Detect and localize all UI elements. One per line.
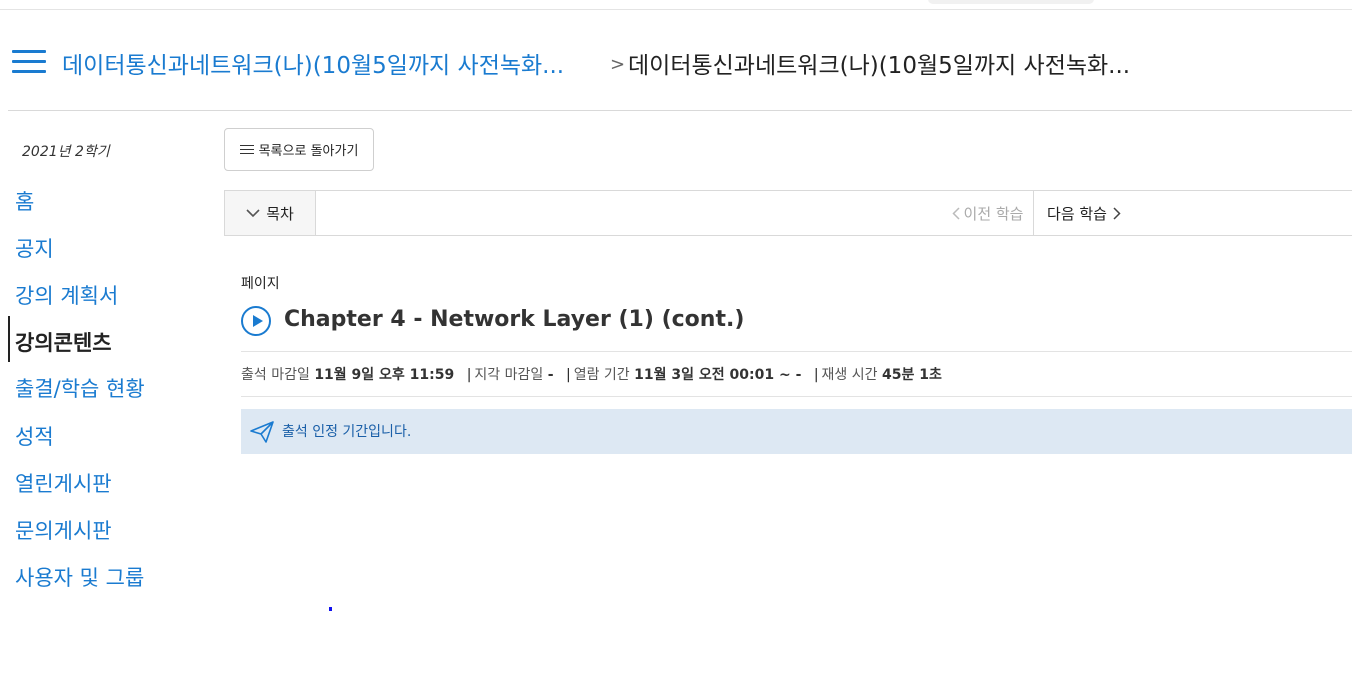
top-tab-remnant	[928, 0, 1094, 4]
sidebar-item-open-board[interactable]: 열린게시판	[15, 468, 112, 498]
play-time-value: 45분 1초	[881, 367, 942, 383]
top-strip	[0, 0, 1352, 10]
sidebar-item-qna-board[interactable]: 문의게시판	[15, 515, 112, 545]
hamburger-menu-icon[interactable]	[12, 50, 46, 74]
deadline-value: 11월 9일 오후 11:59	[314, 367, 455, 383]
open-label: 열람 기간	[573, 367, 630, 383]
breadcrumb-current: 데이터통신과네트워크(나)(10월5일까지 사전녹화...	[628, 53, 1131, 79]
prev-learning-label: 이전 학습	[963, 204, 1024, 223]
list-icon	[239, 144, 254, 155]
back-to-list-label: 목록으로 돌아가기	[258, 144, 359, 159]
divider	[241, 351, 1352, 352]
sidebar-item-grades[interactable]: 성적	[15, 421, 54, 451]
page-title: Chapter 4 - Network Layer (1) (cont.)	[284, 307, 745, 332]
attendance-meta: 출석 마감일 11월 9일 오후 11:59 | 지각 마감일 - | 열람 기간 …	[241, 364, 942, 384]
play-circle-icon[interactable]	[241, 306, 271, 336]
paper-plane-icon	[250, 421, 274, 443]
course-sidebar: 2021년 2학기 홈 공지 강의 계획서 강의콘텐츠 출결/학습 현황 성적 …	[0, 110, 215, 670]
meta-separator: |	[813, 367, 819, 383]
notice-text: 출석 인정 기간입니다.	[282, 424, 412, 440]
page-header: 데이터통신과네트워크(나)(10월5일까지 사전녹화... > 데이터통신과네트…	[8, 10, 1352, 111]
sidebar-item-attendance[interactable]: 출결/학습 현황	[15, 373, 145, 403]
late-label: 지각 마감일	[474, 367, 544, 383]
deadline-label: 출석 마감일	[241, 367, 310, 383]
chevron-right-icon	[1113, 206, 1121, 220]
play-time-label: 재생 시간	[821, 367, 878, 383]
active-indicator	[8, 316, 10, 362]
content-type-label: 페이지	[241, 276, 280, 292]
meta-separator: |	[466, 367, 472, 383]
stray-mark	[329, 607, 332, 611]
meta-separator: |	[566, 367, 571, 383]
chevron-down-icon	[246, 209, 260, 218]
attendance-notice: 출석 인정 기간입니다.	[241, 409, 1352, 454]
chevron-right-icon: >	[610, 54, 626, 75]
open-value: 11월 3일 오전 00:01 ~ -	[634, 367, 802, 383]
divider	[241, 396, 1352, 397]
sidebar-item-users-groups[interactable]: 사용자 및 그룹	[15, 562, 144, 592]
breadcrumb-course-link[interactable]: 데이터통신과네트워크(나)(10월5일까지 사전녹화...	[62, 46, 564, 80]
sidebar-item-home[interactable]: 홈	[15, 186, 34, 216]
sidebar-item-syllabus[interactable]: 강의 계획서	[15, 280, 118, 310]
sidebar-item-notice[interactable]: 공지	[15, 233, 54, 263]
prev-learning-button[interactable]: 이전 학습	[942, 191, 1034, 235]
late-value: -	[547, 367, 554, 383]
toc-button[interactable]: 목차	[224, 191, 316, 235]
next-learning-label: 다음 학습	[1047, 204, 1107, 223]
next-learning-button[interactable]: 다음 학습	[1034, 191, 1134, 235]
sidebar-item-contents[interactable]: 강의콘텐츠	[15, 327, 112, 357]
term-label: 2021년 2학기	[22, 144, 110, 160]
chevron-left-icon	[951, 206, 960, 220]
toc-label: 목차	[266, 204, 294, 223]
learning-nav-bar: 목차 이전 학습 다음 학습	[224, 190, 1352, 236]
back-to-list-button[interactable]: 목록으로 돌아가기	[224, 128, 374, 171]
